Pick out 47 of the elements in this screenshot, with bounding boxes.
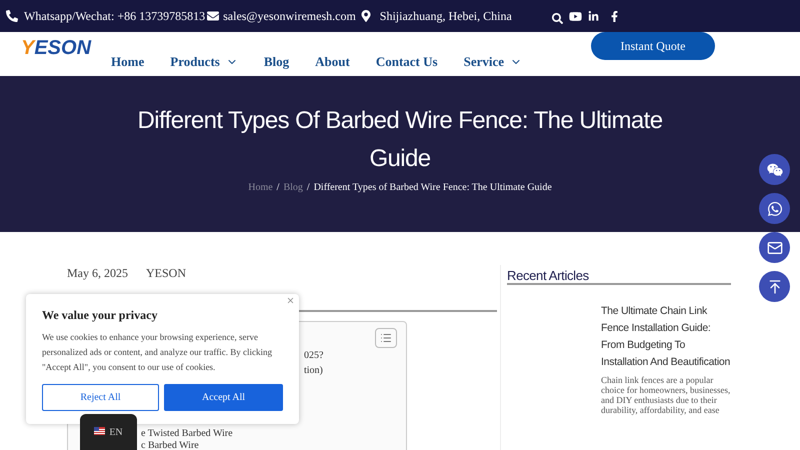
linkedin-icon[interactable]: [588, 10, 599, 22]
toc-entry[interactable]: 025?: [304, 348, 324, 363]
address-text: Shijiazhuang, Hebei, China: [380, 8, 512, 25]
nav-link[interactable]: Products: [170, 52, 238, 72]
article-excerpt: Chain link fences are a popular choice for homeowners, businesses, and DIY enthusiasts due to their durability, affordability, and ease: [601, 375, 731, 415]
cookie-title: We value your privacy: [42, 307, 158, 324]
flag-icon: [94, 427, 106, 435]
instant-quote-button[interactable]: Instant Quote: [591, 32, 715, 60]
facebook-icon[interactable]: [609, 10, 620, 22]
chat-bubbles-icon: [766, 162, 782, 178]
phone-icon: [6, 10, 18, 22]
toc-entry[interactable]: tion): [304, 363, 323, 378]
nav-link[interactable]: Blog: [264, 52, 290, 72]
article-title[interactable]: The Ultimate Chain Link Fence Installation Guide: From Budgeting To Installation And Beautification: [601, 303, 731, 371]
breadcrumb-separator: /: [306, 181, 310, 195]
nav-link[interactable]: About: [315, 52, 350, 72]
cookie-text: We use cookies to enhance your browsing experience, serve personalized ads or content, and analyze our traffic. By clicking "Accept All", you consent to our use of cookies.: [42, 331, 273, 374]
floating-button[interactable]: [759, 232, 790, 263]
arrow-up-icon: [766, 278, 782, 294]
breadcrumb-link[interactable]: Home: [248, 180, 273, 195]
breadcrumb-current: Different Types of Barbed Wire Fence: The Ultimate Guide: [314, 181, 552, 195]
nav-link[interactable]: Contact Us: [376, 52, 438, 72]
logo[interactable]: YESON: [21, 36, 92, 60]
toc-entry[interactable]: c Barbed Wire: [141, 440, 199, 450]
email-text: sales@yesonwiremesh.com: [223, 8, 356, 25]
page-title: Different Types Of Barbed Wire Fence: The Ultimate Guide: [136, 106, 664, 174]
post-date: May 6, 2025: [67, 265, 128, 282]
toc-toggle-button[interactable]: [375, 328, 397, 348]
nav-link[interactable]: Home: [111, 52, 144, 72]
location-pin-icon: [360, 10, 372, 22]
floating-button[interactable]: [759, 271, 790, 302]
toc-entry[interactable]: e Twisted Barbed Wire: [141, 428, 233, 440]
search-icon[interactable]: [552, 12, 563, 24]
envelope-icon: [207, 10, 220, 22]
breadcrumb-link[interactable]: Blog: [283, 180, 303, 195]
play-icon[interactable]: [569, 10, 582, 22]
accept-all-button[interactable]: Accept All: [164, 384, 283, 411]
nav-link[interactable]: Service: [464, 52, 522, 72]
mail-icon: [766, 240, 782, 256]
breadcrumb-separator: /: [276, 181, 280, 195]
language-switcher[interactable]: EN: [80, 414, 137, 450]
phone-bubble-icon: [766, 200, 782, 216]
close-icon[interactable]: [286, 296, 295, 305]
phone-text: Whatsapp/Wechat: +86 13739785813: [24, 8, 206, 25]
post-author: YESON: [146, 265, 186, 282]
sidebar-heading: Recent Articles: [507, 265, 731, 285]
reject-all-button[interactable]: Reject All: [42, 384, 159, 411]
